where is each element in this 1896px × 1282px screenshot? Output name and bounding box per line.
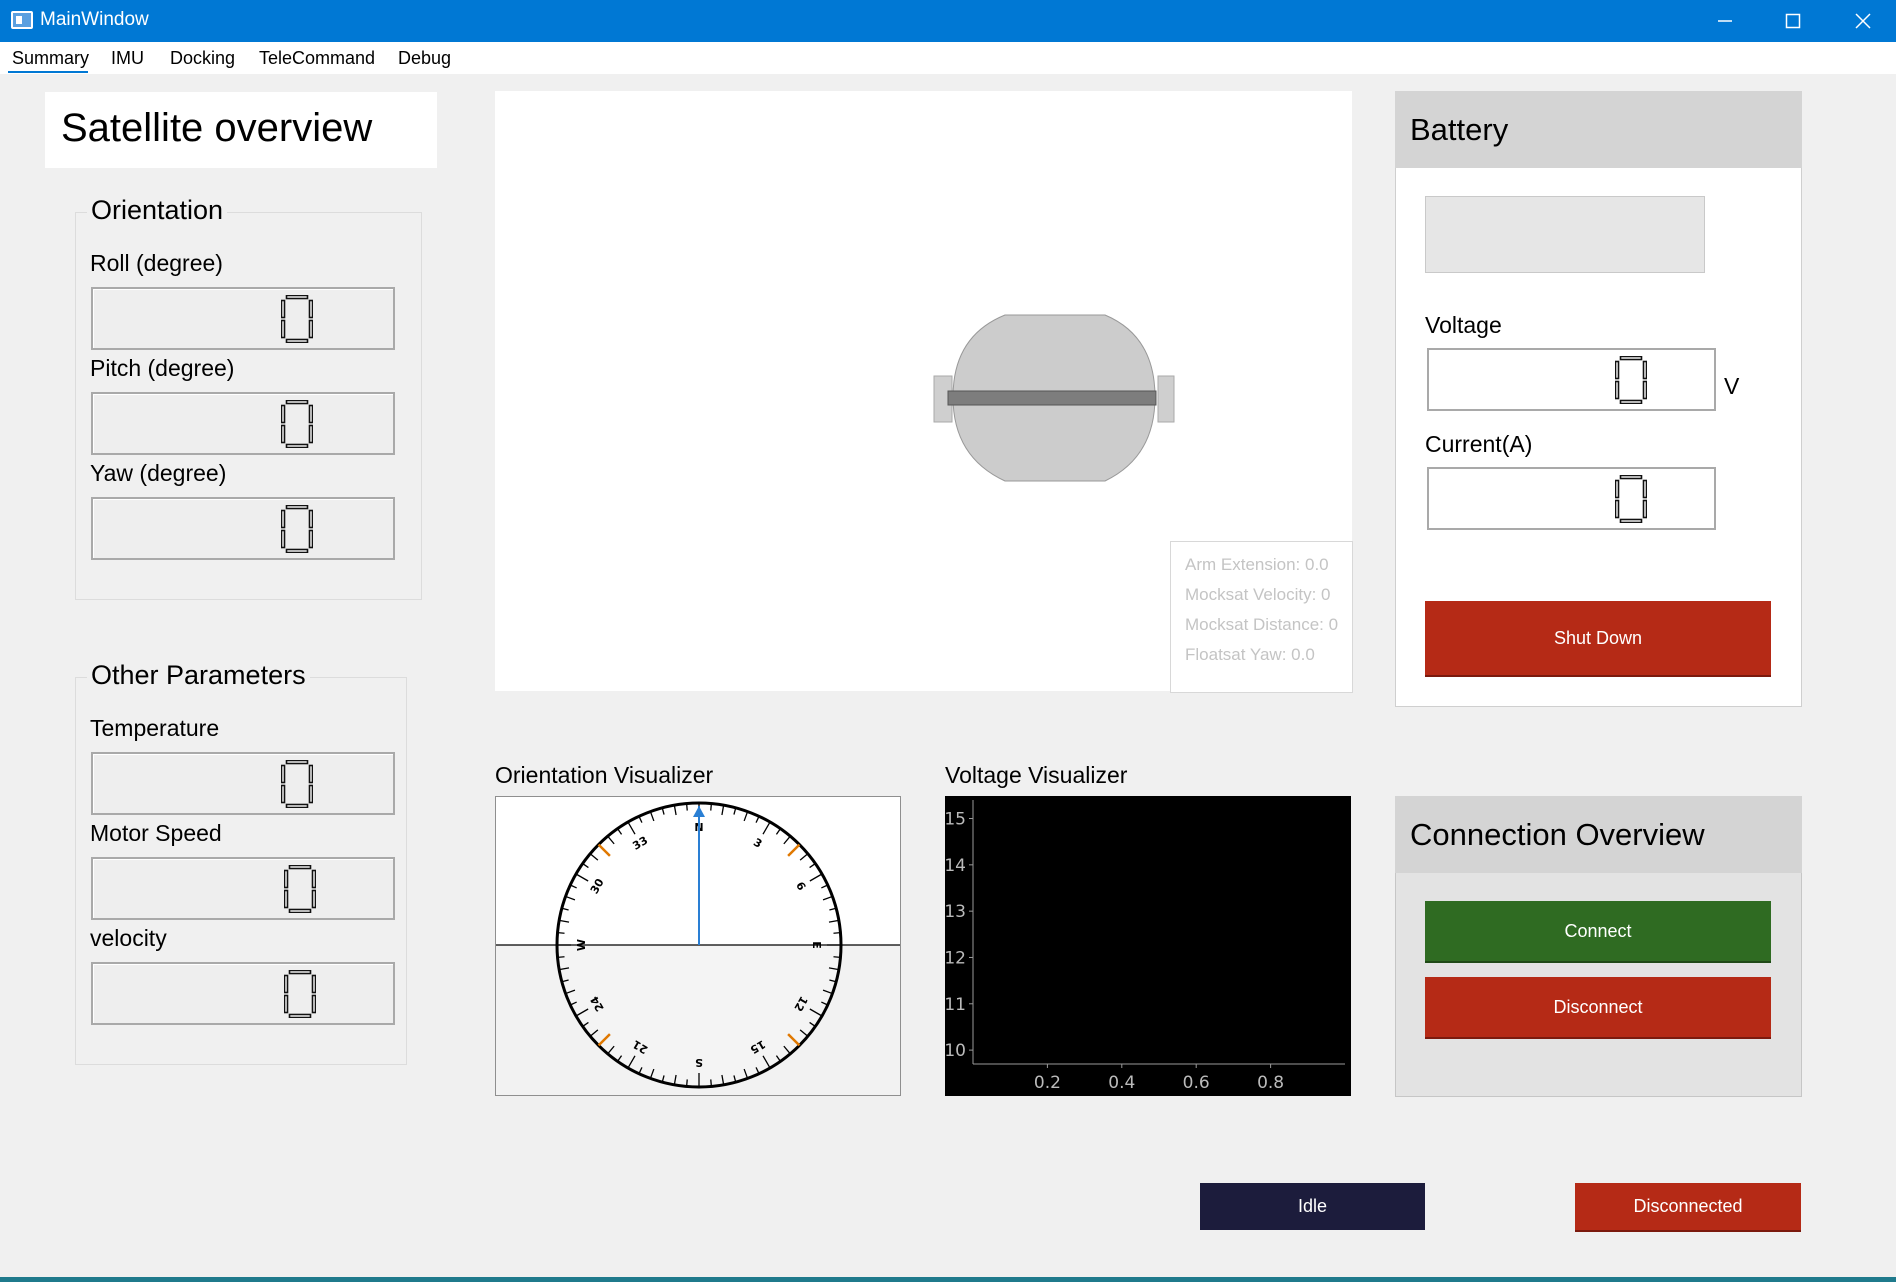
compass-label: S bbox=[695, 1056, 703, 1069]
battery-header: Battery bbox=[1395, 91, 1802, 168]
voltage-label: Voltage bbox=[1425, 312, 1502, 338]
voltage-chart-plot: 10 11 12 13 14 15 0.2 0.4 0.6 0.8 bbox=[945, 800, 1345, 1093]
menu-debug[interactable]: Debug bbox=[398, 48, 451, 69]
connect-button[interactable]: Connect bbox=[1425, 901, 1771, 963]
menu-bar: Summary IMU Docking TeleCommand Debug bbox=[0, 42, 1896, 74]
pitch-label: Pitch (degree) bbox=[90, 355, 235, 381]
menu-summary[interactable]: Summary bbox=[12, 48, 89, 69]
y-tick-label: 10 bbox=[945, 1041, 966, 1061]
velocity-label: velocity bbox=[90, 925, 167, 951]
y-tick-label: 13 bbox=[945, 902, 966, 922]
current-label: Current(A) bbox=[1425, 431, 1533, 457]
yaw-display bbox=[91, 497, 395, 560]
voltage-visualizer-title: Voltage Visualizer bbox=[945, 762, 1128, 788]
compass-widget[interactable]: N36E1215S2124W3033 bbox=[495, 796, 901, 1096]
floatsat-yaw-text: Floatsat Yaw: 0.0 bbox=[1185, 645, 1315, 664]
scene-info-overlay: Arm Extension: 0.0 Mocksat Velocity: 0 M… bbox=[1170, 541, 1353, 693]
connection-status-badge: Disconnected bbox=[1575, 1183, 1801, 1232]
close-icon[interactable] bbox=[1828, 0, 1896, 42]
title-bar: MainWindow bbox=[0, 0, 1896, 42]
lcd-digit bbox=[1615, 356, 1647, 404]
temperature-label: Temperature bbox=[90, 715, 220, 741]
temperature-display bbox=[91, 752, 395, 815]
y-tick-label: 11 bbox=[945, 995, 966, 1015]
maximize-icon[interactable] bbox=[1758, 0, 1828, 42]
battery-level-indicator bbox=[1425, 196, 1705, 273]
orientation-visualizer-title: Orientation Visualizer bbox=[495, 762, 714, 788]
x-tick-label: 0.6 bbox=[1183, 1073, 1210, 1093]
disconnect-button[interactable]: Disconnect bbox=[1425, 977, 1771, 1039]
pitch-display bbox=[91, 392, 395, 455]
minimize-icon[interactable] bbox=[1690, 0, 1760, 42]
other-parameters-title: Other Parameters bbox=[87, 660, 310, 691]
menu-docking[interactable]: Docking bbox=[170, 48, 235, 69]
yaw-label: Yaw (degree) bbox=[90, 460, 227, 486]
voltage-display bbox=[1427, 348, 1716, 411]
y-tick-label: 12 bbox=[945, 948, 966, 968]
mocksat-distance-text: Mocksat Distance: 0 bbox=[1185, 615, 1339, 634]
x-tick-label: 0.4 bbox=[1108, 1073, 1135, 1093]
y-tick-label: 14 bbox=[945, 856, 966, 876]
overview-title-box: Satellite overview bbox=[45, 92, 437, 168]
menu-telecommand[interactable]: TeleCommand bbox=[259, 48, 375, 69]
motor-speed-display bbox=[91, 857, 395, 920]
satellite-scene-view[interactable]: Arm Extension: 0.0 Mocksat Velocity: 0 M… bbox=[495, 91, 1353, 693]
mocksat-velocity-text: Mocksat Velocity: 0 bbox=[1185, 585, 1331, 604]
lcd-digit bbox=[281, 295, 313, 343]
current-display bbox=[1427, 467, 1716, 530]
app-icon bbox=[11, 11, 33, 29]
compass-label: W bbox=[575, 939, 588, 951]
voltage-chart[interactable]: 10 11 12 13 14 15 0.2 0.4 0.6 0.8 bbox=[945, 796, 1351, 1096]
orientation-group-title: Orientation bbox=[87, 195, 228, 226]
lcd-digit bbox=[284, 970, 316, 1018]
connection-header: Connection Overview bbox=[1395, 796, 1802, 873]
roll-display bbox=[91, 287, 395, 350]
page-title: Satellite overview bbox=[61, 106, 373, 150]
lcd-digit bbox=[281, 760, 313, 808]
compass-label: E bbox=[810, 941, 823, 949]
window-title: MainWindow bbox=[40, 9, 149, 30]
state-status-badge: Idle bbox=[1200, 1183, 1425, 1230]
lcd-digit bbox=[284, 865, 316, 913]
compass-dial: N36E1215S2124W3033 bbox=[496, 801, 900, 1095]
motor-speed-label: Motor Speed bbox=[90, 820, 222, 846]
arm-extension-text: Arm Extension: 0.0 bbox=[1185, 555, 1329, 574]
y-tick-label: 15 bbox=[945, 810, 966, 830]
lcd-digit bbox=[281, 505, 313, 553]
velocity-display bbox=[91, 962, 395, 1025]
lcd-digit bbox=[1615, 475, 1647, 523]
x-tick-label: 0.2 bbox=[1034, 1073, 1061, 1093]
shutdown-button[interactable]: Shut Down bbox=[1425, 601, 1771, 677]
menu-imu[interactable]: IMU bbox=[111, 48, 144, 69]
window-bottom-border bbox=[0, 1277, 1896, 1282]
lcd-digit bbox=[281, 400, 313, 448]
roll-label: Roll (degree) bbox=[90, 250, 223, 276]
x-tick-label: 0.8 bbox=[1257, 1073, 1284, 1093]
active-menu-indicator bbox=[8, 71, 88, 73]
voltage-unit: V bbox=[1724, 373, 1740, 399]
